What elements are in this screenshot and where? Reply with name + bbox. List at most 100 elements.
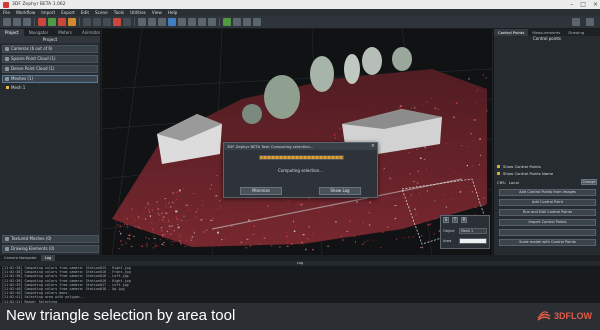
close-icon[interactable]: × (593, 1, 598, 8)
tree-item-meshes[interactable]: Meshes (1) (2, 75, 98, 83)
import-control-points-button[interactable]: Import Control Points (499, 219, 596, 226)
minimize-icon[interactable]: – (570, 1, 573, 8)
point-cloud-point (285, 236, 288, 238)
add-control-point-button[interactable]: Add Control Point (499, 199, 596, 206)
annotation-icon[interactable] (243, 18, 251, 26)
blank-button[interactable] (499, 229, 596, 236)
dialog-close-icon[interactable]: × (371, 143, 375, 150)
vr-icon[interactable] (586, 18, 594, 26)
texture-icon[interactable] (68, 18, 76, 26)
tree-item-sparse-cloud[interactable]: Sparse Point Cloud (1) (2, 55, 98, 63)
point-cloud-point (124, 223, 125, 225)
menu-edit[interactable]: Edit (81, 10, 89, 15)
axes-icon[interactable] (198, 18, 206, 26)
point-cloud-point (158, 215, 161, 216)
run-edit-control-points-button[interactable]: Run and Edit Control Points (499, 209, 596, 216)
point-cloud-point (145, 236, 147, 239)
ruler-icon[interactable] (233, 18, 241, 26)
triangle-mode-button[interactable]: T (452, 217, 458, 223)
point-cloud-point (168, 202, 170, 204)
point-cloud-point (399, 108, 401, 110)
point-cloud-point (481, 187, 484, 190)
tab-measurements[interactable]: Measurements (528, 29, 564, 36)
dense-cloud-icon[interactable] (48, 18, 56, 26)
new-project-icon[interactable] (3, 18, 11, 26)
menu-utilities[interactable]: Utilities (130, 10, 146, 15)
zoom-icon[interactable] (103, 18, 111, 26)
point-cloud-point (422, 103, 424, 105)
point-cloud-point (187, 227, 189, 228)
solid-view-icon[interactable] (158, 18, 166, 26)
menu-help[interactable]: Help (168, 10, 178, 15)
point-cloud-point (468, 78, 470, 80)
selection-icon[interactable] (113, 18, 121, 26)
point-cloud-point (138, 216, 140, 218)
mesh-icon[interactable] (58, 18, 66, 26)
point-cloud-point (203, 231, 205, 233)
point-cloud-point (180, 220, 182, 221)
minimize-button[interactable]: Minimize (240, 187, 282, 195)
menu-file[interactable]: File (3, 10, 10, 15)
tab-project[interactable]: Project (0, 29, 24, 36)
point-cloud-point (123, 213, 125, 216)
point-cloud-point (260, 211, 262, 213)
point-cloud-point (312, 248, 314, 251)
right-panel-title: Control points (532, 36, 561, 41)
tree-item-textured-meshes[interactable]: Textured Meshes (0) (2, 235, 99, 243)
point-cloud-point (213, 218, 215, 220)
grid-icon[interactable] (188, 18, 196, 26)
help-icon[interactable] (572, 18, 580, 26)
left-panel-bottom: Textured Meshes (0) Drawing Elements (0) (0, 233, 101, 253)
maximize-icon[interactable]: □ (580, 1, 586, 8)
reset-selection-button[interactable]: R (461, 217, 467, 223)
camera-view-icon[interactable] (168, 18, 176, 26)
menu-view[interactable]: View (152, 10, 162, 15)
mesh-list-item[interactable]: Mesh 1 (6, 85, 100, 90)
scale-model-button[interactable]: Scale model with Control Points (499, 239, 596, 246)
rotate-icon[interactable] (93, 18, 101, 26)
menu-import[interactable]: Import (41, 10, 55, 15)
object-label: Object (443, 228, 455, 233)
add-control-points-from-images-button[interactable]: Add Control Points from images (499, 189, 596, 196)
point-cloud-point (207, 207, 210, 209)
bounding-box-icon[interactable] (208, 18, 216, 26)
menu-tools[interactable]: Tools (114, 10, 124, 15)
point-cloud-point (172, 202, 174, 203)
tree-item-drawing-elements[interactable]: Drawing Elements (0) (2, 245, 99, 253)
open-project-icon[interactable] (13, 18, 21, 26)
point-cloud-point (179, 191, 182, 193)
point-cloud-point (389, 177, 390, 179)
menu-workflow[interactable]: Workflow (16, 10, 35, 15)
tab-navigator[interactable]: Navigator (24, 29, 54, 36)
point-cloud-point (434, 107, 437, 110)
control-points-panel: Control Points Measurements Drawing Cont… (493, 29, 600, 255)
show-control-points-checkbox[interactable]: Show Control Points (497, 164, 541, 169)
tab-drawing[interactable]: Drawing (564, 29, 588, 36)
save-project-icon[interactable] (23, 18, 31, 26)
point-cloud-point (348, 216, 351, 219)
menu-export[interactable]: Export (61, 10, 75, 15)
points-view-icon[interactable] (138, 18, 146, 26)
tree-item-dense-cloud[interactable]: Dense Point Cloud (1) (2, 65, 98, 73)
show-log-button[interactable]: Show Log (319, 187, 361, 195)
measure-icon[interactable] (223, 18, 231, 26)
move-icon[interactable] (83, 18, 91, 26)
tab-meters[interactable]: Meters (53, 29, 77, 36)
reconstruction-icon[interactable] (38, 18, 46, 26)
point-cloud-point (183, 215, 185, 217)
tree-item-cameras[interactable]: Cameras (6 out of 6) (2, 45, 98, 53)
object-select[interactable]: Mesh 1 (459, 227, 487, 234)
wireframe-icon[interactable] (148, 18, 156, 26)
show-control-points-name-checkbox[interactable]: Show Control Points Name (497, 171, 553, 176)
light-icon[interactable] (178, 18, 186, 26)
area-input[interactable] (459, 237, 487, 244)
point-cloud-point (438, 108, 439, 111)
window-controls: – □ × (570, 0, 598, 9)
tab-control-points[interactable]: Control Points (494, 29, 529, 36)
toolbar-divider (134, 18, 135, 26)
menu-scene[interactable]: Scene (95, 10, 108, 15)
pan-icon[interactable] (123, 18, 131, 26)
screenshot-icon[interactable] (253, 18, 261, 26)
select-mode-button[interactable]: S (443, 217, 449, 223)
crs-change-button[interactable]: Change (581, 179, 597, 185)
